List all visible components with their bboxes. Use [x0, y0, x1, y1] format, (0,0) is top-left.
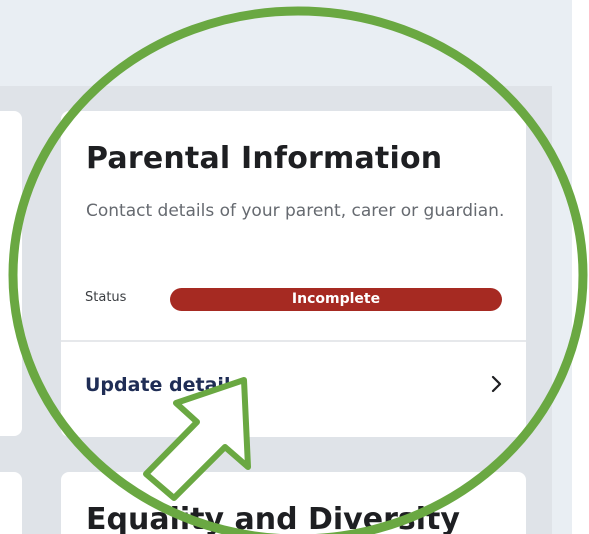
status-badge: Incomplete: [170, 288, 502, 311]
scroll-gutter: [572, 0, 589, 534]
card-title: Parental Information: [86, 141, 443, 176]
update-details-link[interactable]: Update details: [61, 342, 526, 437]
update-details-label: Update details: [85, 374, 242, 396]
page: Parental Information Contact details of …: [0, 0, 589, 534]
left-card-partial: [0, 111, 22, 436]
equality-diversity-card[interactable]: Equality and Diversity: [61, 472, 526, 534]
card-description: Contact details of your parent, carer or…: [86, 201, 505, 221]
left-card-partial-lower: [0, 472, 22, 534]
parental-information-card: Parental Information Contact details of …: [61, 111, 526, 437]
chevron-right-icon: [491, 375, 502, 393]
card-title: Equality and Diversity: [86, 502, 460, 534]
status-label: Status: [85, 290, 127, 305]
